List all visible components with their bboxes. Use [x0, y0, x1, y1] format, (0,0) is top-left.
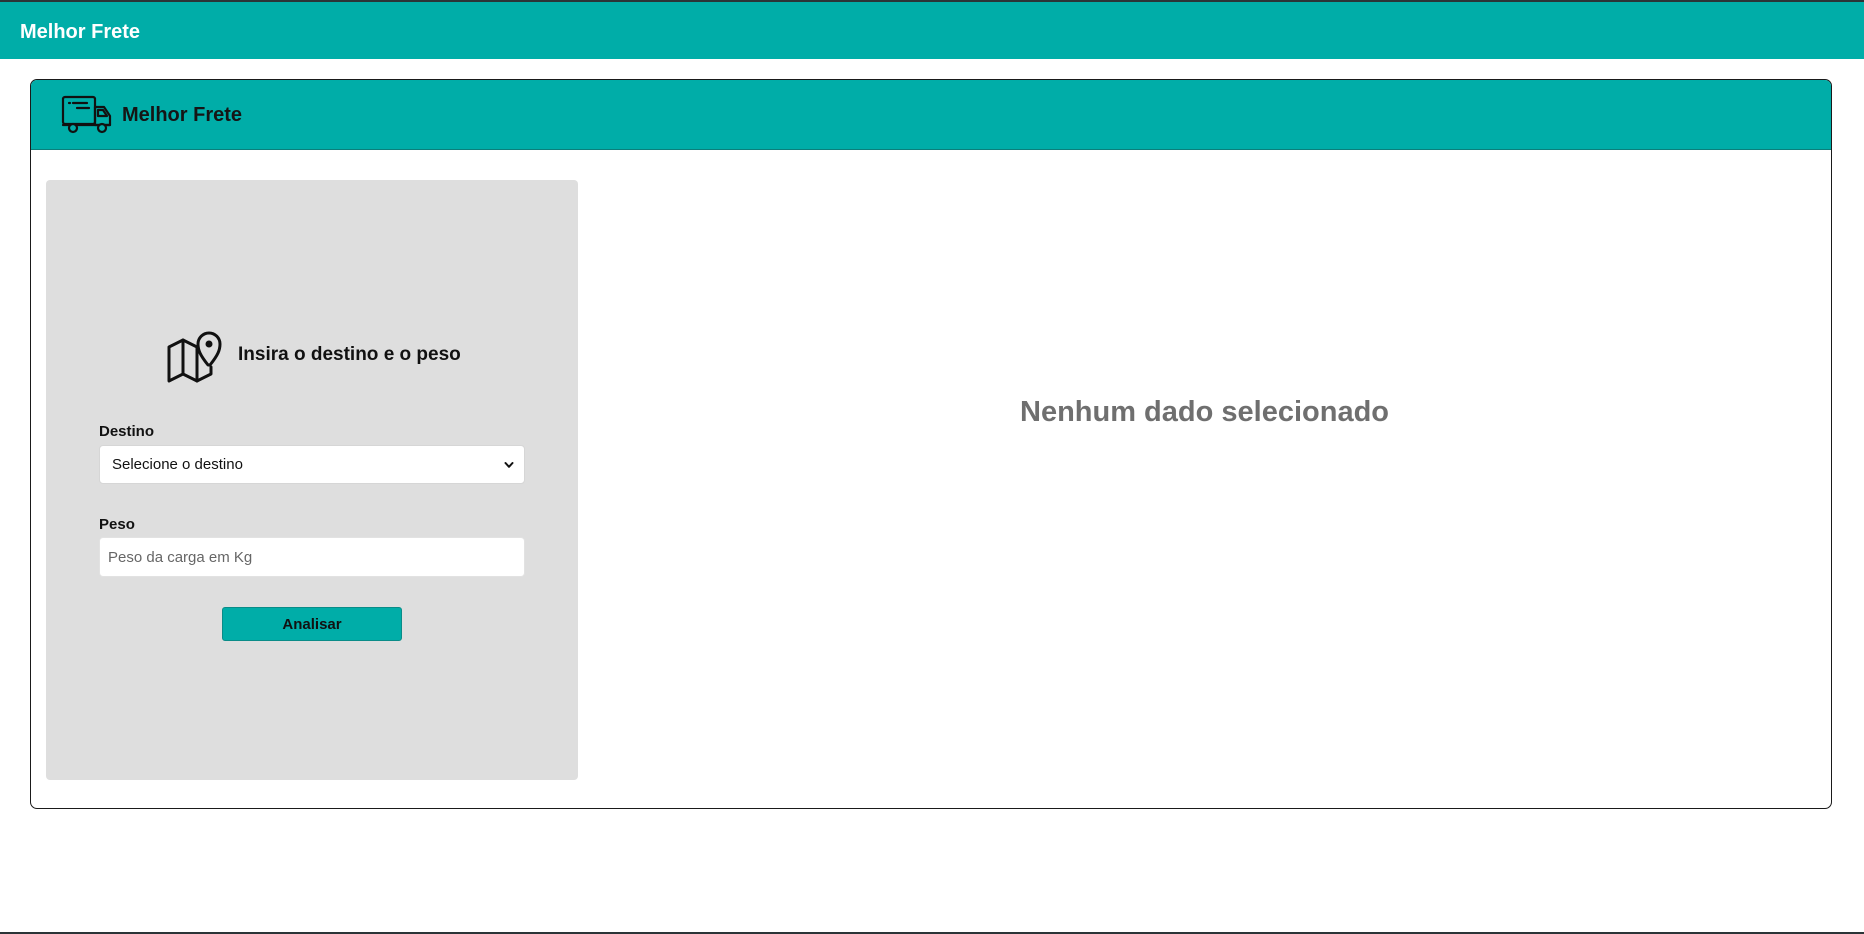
peso-input[interactable]	[99, 537, 525, 577]
destino-select[interactable]: Selecione o destino	[99, 445, 525, 484]
form-panel: Insira o destino e o peso Destino Seleci…	[46, 180, 578, 780]
form-heading: Insira o destino e o peso	[166, 325, 506, 385]
card-title: Melhor Frete	[122, 104, 243, 126]
card-header: Melhor Frete	[31, 80, 1831, 150]
form-heading-text: Insira o destino e o peso	[238, 344, 461, 365]
truck-icon	[61, 95, 112, 134]
navbar: Melhor Frete	[0, 2, 1864, 59]
result-area: Nenhum dado selecionado	[578, 150, 1831, 808]
destino-label: Destino	[99, 423, 155, 440]
empty-state-message: Nenhum dado selecionado	[1020, 396, 1389, 428]
main-card: Melhor Frete Insira o destino e o peso D…	[30, 79, 1832, 809]
navbar-brand[interactable]: Melhor Frete	[20, 2, 140, 62]
destino-select-value: Selecione o destino	[112, 456, 243, 473]
map-pin-icon	[167, 331, 222, 383]
peso-label: Peso	[99, 516, 135, 533]
chevron-down-icon	[504, 462, 514, 468]
analisar-button[interactable]: Analisar	[222, 607, 402, 641]
